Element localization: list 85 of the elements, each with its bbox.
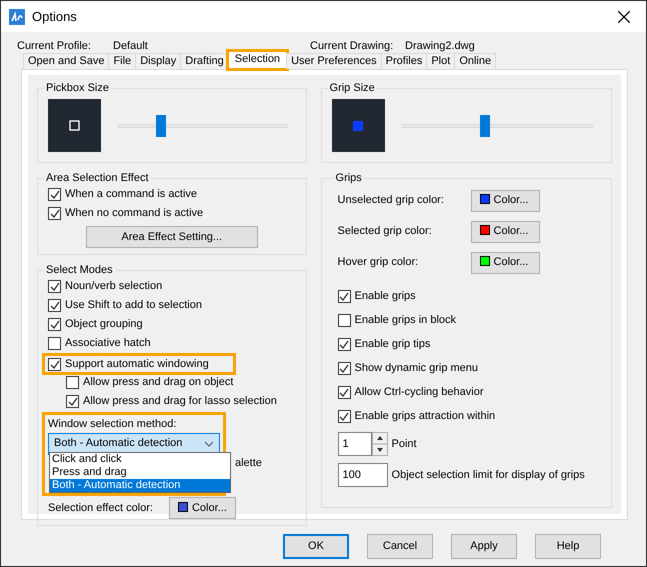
slider-thumb[interactable] (156, 114, 166, 136)
check-icon (68, 397, 78, 406)
checkbox[interactable] (338, 410, 351, 422)
checkbox-label: Noun/verb selection (65, 279, 162, 294)
group-title: Pickbox Size (45, 81, 110, 95)
color-button[interactable]: Color... (470, 190, 540, 212)
checkbox[interactable] (338, 386, 351, 398)
checkbox[interactable] (48, 207, 61, 220)
number-field[interactable]: 1 (338, 432, 372, 456)
dropdown-option[interactable]: Press and drag (50, 466, 230, 479)
checkbox[interactable] (48, 280, 61, 293)
color-button[interactable]: Color... (470, 220, 540, 242)
profile-value: Default (113, 39, 149, 52)
group-title: Grip Size (328, 81, 376, 95)
caret-icon (204, 440, 214, 446)
tab[interactable]: Drafting (180, 53, 229, 69)
checkbox[interactable] (338, 314, 351, 326)
check-icon (339, 364, 350, 372)
checkbox-label: Support automatic windowing (65, 356, 209, 372)
field-label: Object selection limit for display of grips (392, 468, 585, 483)
checkbox[interactable] (338, 338, 351, 350)
dropdown[interactable]: Both - Automatic detection (48, 432, 220, 454)
field-label: Selected grip color: (338, 224, 433, 240)
checkbox-label: Object grouping (65, 317, 143, 332)
checkbox-label: Enable grips attraction within (354, 408, 496, 424)
checkbox[interactable] (48, 318, 61, 331)
color-button[interactable]: Color... (470, 252, 540, 274)
dialog-button[interactable]: Cancel (367, 534, 433, 559)
checkbox-label: Use Shift to add to selection (65, 298, 202, 314)
checkbox-label: Allow press and drag on object (83, 375, 234, 390)
checkbox-label: Enable grip tips (354, 336, 430, 352)
tab[interactable]: User Preferences (286, 53, 382, 69)
checkbox[interactable] (338, 290, 351, 302)
dropdown-value: Both - Automatic detection (54, 436, 182, 452)
profile-label: Current Profile: (17, 39, 92, 52)
color-button[interactable]: Color... (168, 497, 236, 519)
field-label: Selection effect color: (48, 500, 153, 516)
drawing-label: Current Drawing: (310, 39, 394, 52)
number-field[interactable]: 100 (338, 463, 388, 487)
tab[interactable]: Selection (228, 51, 288, 69)
window-title: Options (32, 8, 78, 26)
checkbox[interactable] (66, 395, 79, 408)
spinner-arrows-icon (372, 432, 388, 456)
checkbox-label: When a command is active (65, 187, 198, 202)
checkbox-label: Allow press and drag for lasso selection (83, 394, 277, 410)
field-label: Window selection method: (48, 417, 178, 432)
checkbox[interactable] (48, 337, 61, 350)
dropdown-option[interactable]: Click and click (50, 453, 230, 466)
check-icon (339, 388, 350, 396)
checkbox-label: Enable grips in block (354, 312, 456, 328)
check-icon (339, 292, 350, 300)
dialog-button[interactable]: OK (283, 534, 349, 559)
checkbox[interactable] (338, 362, 351, 374)
group-title: Area Selection Effect (45, 171, 150, 185)
drawing-value: Drawing2.dwg (405, 39, 475, 52)
field-label: Unselected grip color: (338, 193, 445, 208)
pickbox-icon (69, 120, 80, 131)
field-label: Hover grip color: (338, 255, 420, 270)
checkbox-label: alette (235, 456, 262, 471)
area-effect-button[interactable]: Area Effect Setting... (86, 226, 258, 248)
tab[interactable]: Display (135, 53, 182, 69)
slider-thumb[interactable] (480, 114, 490, 136)
grip-icon (353, 120, 364, 130)
checkbox-label: Enable grips (354, 288, 416, 304)
check-icon (50, 360, 60, 368)
check-icon (339, 412, 350, 420)
dropdown-option[interactable]: Both - Automatic detection (50, 479, 230, 492)
dialog-button[interactable]: Help (535, 534, 601, 559)
check-icon (339, 340, 350, 348)
tab[interactable]: Online (454, 53, 496, 69)
checkbox-label: Show dynamic grip menu (354, 360, 478, 376)
close-icon[interactable] (618, 10, 630, 22)
field-label: Point (392, 436, 417, 452)
tab[interactable]: Open and Save (23, 53, 110, 69)
checkbox[interactable] (48, 358, 61, 370)
checkbox[interactable] (66, 376, 79, 389)
checkbox-label: Allow Ctrl-cycling behavior (354, 384, 484, 400)
checkbox-label: Associative hatch (65, 336, 151, 352)
checkbox-label: When no command is active (65, 206, 204, 222)
checkbox[interactable] (48, 299, 61, 312)
group-title: Select Modes (45, 263, 114, 277)
dialog-button[interactable]: Apply (451, 534, 517, 559)
group-title: Grips (334, 171, 363, 185)
app-icon (9, 8, 25, 24)
checkbox[interactable] (48, 188, 61, 201)
